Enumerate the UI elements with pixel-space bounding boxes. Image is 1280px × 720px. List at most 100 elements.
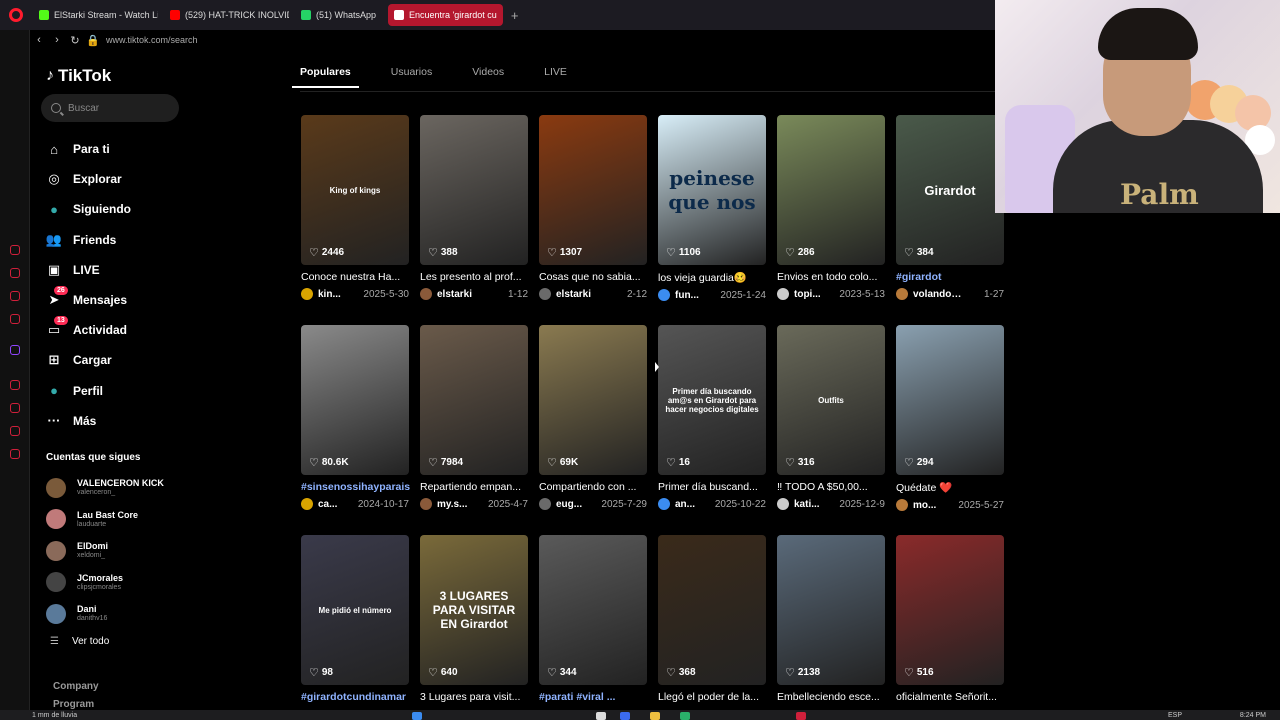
- taskbar-app-icon[interactable]: [620, 712, 630, 720]
- tab-live[interactable]: LIVE: [544, 66, 567, 87]
- video-thumbnail[interactable]: ♡ 388: [420, 115, 528, 265]
- video-thumbnail[interactable]: King of kings ♡ 2446: [301, 115, 409, 265]
- author-name[interactable]: mo...: [913, 500, 958, 511]
- video-card[interactable]: ♡ 368 Llegó el poder de la...: [658, 535, 766, 703]
- video-thumbnail[interactable]: Girardot ♡ 384: [896, 115, 1004, 265]
- opera-logo-icon[interactable]: [9, 8, 23, 22]
- avatar[interactable]: [777, 498, 789, 510]
- forward-icon[interactable]: ›: [48, 34, 66, 46]
- following-account[interactable]: JCmorales clipsjcmorales: [46, 567, 164, 599]
- tab-populares[interactable]: Populares: [292, 66, 359, 88]
- video-caption[interactable]: Quédate ❤️: [896, 481, 1021, 494]
- messenger-icon[interactable]: [10, 314, 20, 324]
- author-name[interactable]: an...: [675, 499, 715, 510]
- author-name[interactable]: ca...: [318, 499, 358, 510]
- video-thumbnail[interactable]: Outfits ♡ 316: [777, 325, 885, 475]
- tiktok-logo[interactable]: ♪ TikTok: [46, 66, 111, 86]
- sidebar-item-explorar[interactable]: ◎ Explorar: [46, 164, 131, 194]
- video-card[interactable]: ♡ 7984 Repartiendo empan... my.s... 2025-4-7: [420, 325, 528, 510]
- video-card[interactable]: ♡ 2138 Embelleciendo esce...: [777, 535, 885, 703]
- author-name[interactable]: my.s...: [437, 499, 487, 510]
- footer-program-link[interactable]: Program: [53, 699, 94, 710]
- author-name[interactable]: kin...: [318, 289, 363, 300]
- video-thumbnail[interactable]: ♡ 516: [896, 535, 1004, 685]
- sidebar-item-mensajes[interactable]: ➤ 26 Mensajes: [46, 285, 131, 315]
- video-thumbnail[interactable]: Primer día buscando am@s en Girardot par…: [658, 325, 766, 475]
- author-name[interactable]: kati...: [794, 499, 839, 510]
- video-card[interactable]: Me pidió el número ♡ 98 #girardotcundinamar: [301, 535, 409, 703]
- taskbar-app-icon[interactable]: [596, 712, 606, 720]
- wallet-icon[interactable]: [10, 291, 20, 301]
- video-caption[interactable]: Compartiendo con ...: [539, 481, 664, 493]
- video-card[interactable]: Outfits ♡ 316 ‼ TODO A $50,00... kati... 2025…: [777, 325, 885, 510]
- avatar[interactable]: [420, 498, 432, 510]
- sidebar-item-m-s[interactable]: ··· Más: [46, 406, 131, 436]
- search-input[interactable]: Buscar: [41, 94, 179, 122]
- video-caption[interactable]: los vieja guardia🥴: [658, 271, 783, 284]
- avatar[interactable]: [658, 289, 670, 301]
- browser-tab[interactable]: Encuentra 'girardot cu: [388, 4, 503, 26]
- sidebar-item-cargar[interactable]: ⊞ Cargar: [46, 345, 131, 375]
- footer-company-link[interactable]: Company: [53, 681, 99, 692]
- video-card[interactable]: ♡ 344 #parati #viral ...: [539, 535, 647, 703]
- sidebar-item-siguiendo[interactable]: ● Siguiendo: [46, 194, 131, 224]
- browser-tab[interactable]: (529) HAT-TRICK INOLVIDABLE: [164, 4, 289, 26]
- back-icon[interactable]: ‹: [30, 34, 48, 46]
- history-icon[interactable]: [10, 245, 20, 255]
- reload-icon[interactable]: ↻: [66, 34, 84, 47]
- video-caption[interactable]: 3 Lugares para visit...: [420, 691, 545, 703]
- video-thumbnail[interactable]: ♡ 7984: [420, 325, 528, 475]
- following-account[interactable]: VALENCERON KICK valenceron_: [46, 472, 164, 504]
- video-thumbnail[interactable]: peinese que nos ♡ 1106: [658, 115, 766, 265]
- video-thumbnail[interactable]: 3 LUGARES PARA VISITAR EN Girardot ♡ 640: [420, 535, 528, 685]
- video-card[interactable]: Primer día buscando am@s en Girardot par…: [658, 325, 766, 510]
- video-card[interactable]: peinese que nos ♡ 1106 los vieja guardia🥴 fu…: [658, 115, 766, 301]
- author-name[interactable]: eug...: [556, 499, 601, 510]
- tab-usuarios[interactable]: Usuarios: [391, 66, 432, 87]
- avatar[interactable]: [301, 288, 313, 300]
- weather-widget[interactable]: 1 mm de lluvia: [32, 712, 77, 719]
- twitch-icon[interactable]: [10, 345, 20, 355]
- video-card[interactable]: ♡ 80.6K #sinsenossihayparais ca... 2024-10-1…: [301, 325, 410, 510]
- video-caption[interactable]: Repartiendo empan...: [420, 481, 545, 493]
- video-thumbnail[interactable]: ♡ 1307: [539, 115, 647, 265]
- sidebar-item-live[interactable]: ▣ LIVE: [46, 255, 131, 285]
- video-thumbnail[interactable]: ♡ 294: [896, 325, 1004, 475]
- author-name[interactable]: volandoalt...: [913, 289, 963, 300]
- video-caption[interactable]: Primer día buscand...: [658, 481, 783, 493]
- player-icon[interactable]: [10, 380, 20, 390]
- video-thumbnail[interactable]: ♡ 286: [777, 115, 885, 265]
- video-caption[interactable]: Conoce nuestra Ha...: [301, 271, 426, 283]
- video-thumbnail[interactable]: Me pidió el número ♡ 98: [301, 535, 409, 685]
- video-card[interactable]: King of kings ♡ 2446 Conoce nuestra Ha... ki…: [301, 115, 409, 300]
- video-caption[interactable]: Les presento al prof...: [420, 271, 545, 283]
- video-thumbnail[interactable]: ♡ 69K: [539, 325, 647, 475]
- opera-taskbar-icon[interactable]: [796, 712, 806, 720]
- avatar[interactable]: [896, 499, 908, 511]
- author-name[interactable]: fun...: [675, 290, 720, 301]
- clock[interactable]: 8:24 PM: [1240, 712, 1266, 719]
- video-caption[interactable]: Llegó el poder de la...: [658, 691, 783, 703]
- avatar[interactable]: [539, 288, 551, 300]
- taskbar-app-icon[interactable]: [680, 712, 690, 720]
- following-account[interactable]: Dani danithv16: [46, 598, 164, 630]
- avatar[interactable]: [896, 288, 908, 300]
- url-field[interactable]: www.tiktok.com/search: [106, 35, 198, 45]
- author-name[interactable]: elstarki: [556, 289, 606, 300]
- see-all-button[interactable]: ☰ Ver todo: [46, 636, 109, 647]
- video-caption[interactable]: #girardot: [896, 271, 1021, 283]
- video-thumbnail[interactable]: ♡ 368: [658, 535, 766, 685]
- avatar[interactable]: [658, 498, 670, 510]
- video-caption[interactable]: Envios en todo colo...: [777, 271, 902, 283]
- video-caption[interactable]: #sinsenossihayparais: [301, 481, 426, 493]
- video-thumbnail[interactable]: ♡ 344: [539, 535, 647, 685]
- video-caption[interactable]: #parati #viral ...: [539, 691, 664, 703]
- settings-icon[interactable]: [10, 449, 20, 459]
- clock-icon[interactable]: [10, 403, 20, 413]
- video-thumbnail[interactable]: ♡ 80.6K: [301, 325, 409, 475]
- video-caption[interactable]: #girardotcundinamar: [301, 691, 426, 703]
- sidebar-item-perfil[interactable]: ● Perfil: [46, 376, 131, 406]
- extensions-icon[interactable]: [10, 426, 20, 436]
- sidebar-item-friends[interactable]: 👥 Friends: [46, 225, 131, 255]
- video-caption[interactable]: Cosas que no sabia...: [539, 271, 664, 283]
